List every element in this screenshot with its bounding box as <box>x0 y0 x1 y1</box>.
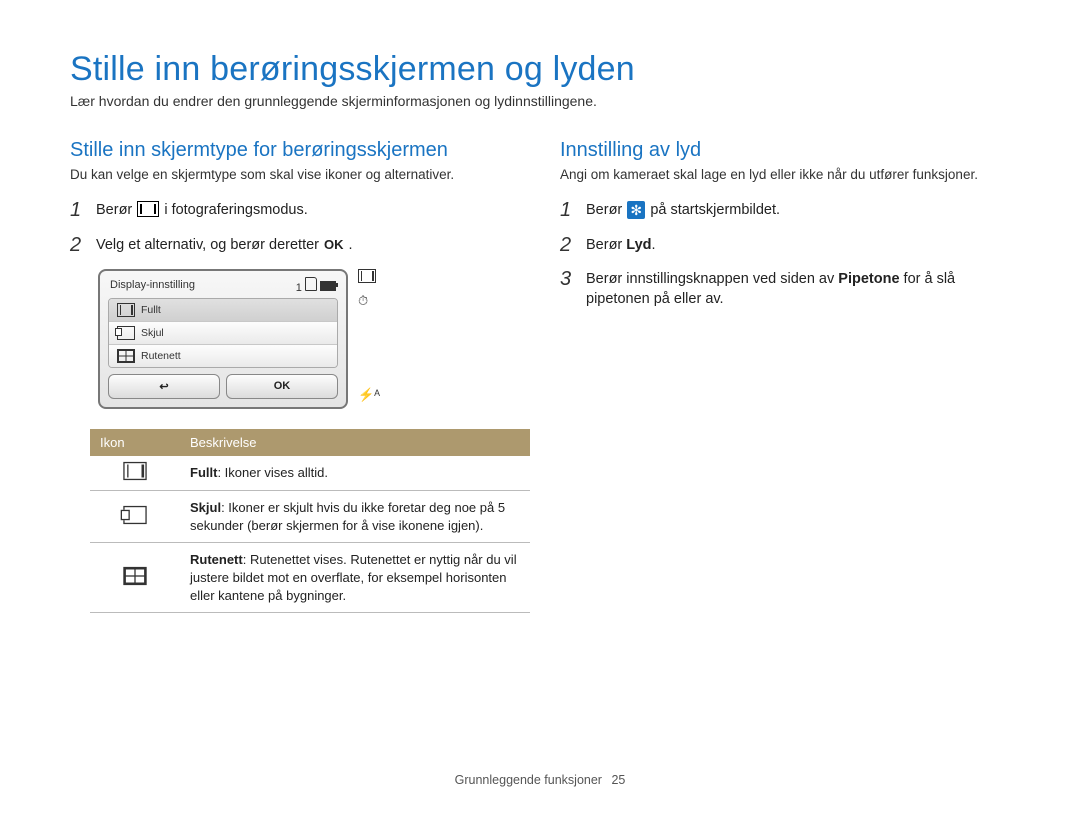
left-heading: Stille inn skjermtype for berøringsskjer… <box>70 139 520 162</box>
display-full-icon <box>123 462 146 480</box>
right-intro: Angi om kameraet skal lage en lyd eller … <box>560 166 1010 184</box>
step-text: Berør innstillingsknappen ved siden av <box>586 271 838 287</box>
icon-description-table: Ikon Beskrivelse Fullt: Ikoner vises all… <box>90 429 530 613</box>
right-column: Innstilling av lyd Angi om kameraet skal… <box>560 139 1010 613</box>
back-button[interactable]: ↩ <box>108 374 220 399</box>
page-footer: Grunnleggende funksjoner 25 <box>0 773 1080 787</box>
step-text: i fotograferingsmodus. <box>164 202 307 218</box>
right-step-3: 3 Berør innstillingsknappen ved siden av… <box>560 269 1010 310</box>
display-hide-icon <box>123 506 146 524</box>
step-number: 2 <box>70 235 86 255</box>
step-bold: Pipetone <box>838 271 899 287</box>
right-step-1: 1 Berør ✻ på startskjermbildet. <box>560 200 1010 220</box>
step-number: 1 <box>560 200 576 220</box>
screen-title: Display-innstilling <box>110 279 195 291</box>
right-step-2: 2 Berør Lyd. <box>560 235 1010 255</box>
step-number: 2 <box>560 235 576 255</box>
th-icon: Ikon <box>90 429 180 456</box>
display-hide-icon <box>117 326 135 340</box>
table-row: Rutenett: Rutenettet vises. Rutenettet e… <box>90 543 530 613</box>
ok-icon: OK <box>323 236 345 254</box>
display-grid-icon <box>117 349 135 363</box>
mode-icon <box>358 269 376 283</box>
right-heading: Innstilling av lyd <box>560 139 1010 162</box>
step-text: Berør <box>96 202 136 218</box>
step-text: på startskjermbildet. <box>650 202 780 218</box>
ok-button[interactable]: OK <box>226 374 338 399</box>
screen-option-fullt[interactable]: Fullt <box>109 299 337 322</box>
step-text: Velg et alternativ, og berør deretter <box>96 237 323 253</box>
left-column: Stille inn skjermtype for berøringsskjer… <box>70 139 520 613</box>
step-bold: Lyd <box>626 237 651 253</box>
page-number: 25 <box>611 773 625 787</box>
sd-card-icon <box>305 277 317 291</box>
camera-screen: Display-innstilling 1 Fullt Skjul <box>98 269 348 409</box>
display-grid-icon <box>123 566 146 584</box>
footer-section: Grunnleggende funksjoner <box>455 773 602 787</box>
screen-option-list: Fullt Skjul Rutenett <box>108 298 338 368</box>
page-title: Stille inn berøringsskjermen og lyden <box>70 50 1010 89</box>
step-text: Berør <box>586 237 626 253</box>
step-text: Berør <box>586 202 626 218</box>
settings-gear-icon: ✻ <box>627 201 645 219</box>
step-number: 3 <box>560 269 576 289</box>
flash-icon: ⚡ᴬ <box>358 387 376 401</box>
th-desc: Beskrivelse <box>180 429 530 456</box>
screen-option-skjul[interactable]: Skjul <box>109 322 337 345</box>
table-row: Skjul: Ikoner er skjult hvis du ikke for… <box>90 491 530 543</box>
table-row: Fullt: Ikoner vises alltid. <box>90 456 530 491</box>
left-step-2: 2 Velg et alternativ, og berør deretter … <box>70 235 520 255</box>
display-full-icon <box>137 201 159 217</box>
timer-icon: ⏱ <box>358 293 376 307</box>
screen-side-icons: ⏱ ⚡ᴬ <box>358 269 376 401</box>
screen-status-icons: 1 <box>296 277 336 294</box>
step-number: 1 <box>70 200 86 220</box>
screen-option-rutenett[interactable]: Rutenett <box>109 345 337 367</box>
display-full-icon <box>117 303 135 317</box>
page-subtitle: Lær hvordan du endrer den grunnleggende … <box>70 93 1010 109</box>
left-step-1: 1 Berør i fotograferingsmodus. <box>70 200 520 220</box>
step-text: . <box>349 237 353 253</box>
left-intro: Du kan velge en skjermtype som skal vise… <box>70 166 520 184</box>
battery-icon <box>320 281 336 291</box>
camera-screen-mock: Display-innstilling 1 Fullt Skjul <box>98 269 520 409</box>
